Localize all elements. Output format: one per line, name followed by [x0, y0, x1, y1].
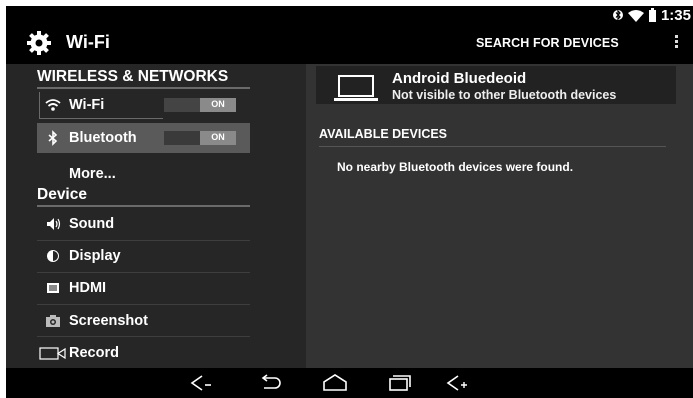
toggle-label: ON: [211, 132, 225, 142]
sidebar-item-screenshot[interactable]: Screenshot: [37, 306, 250, 336]
section-divider: [319, 146, 666, 147]
sidebar-item-hdmi[interactable]: HDMI: [37, 273, 250, 303]
gear-icon[interactable]: [26, 30, 52, 56]
status-time: 1:35: [660, 6, 691, 24]
section-header-wireless: WIRELESS & NETWORKS: [37, 68, 229, 85]
sidebar-item-label: Record: [69, 345, 119, 361]
section-divider: [37, 87, 250, 89]
sidebar-item-label: HDMI: [69, 280, 107, 296]
sidebar-item-sound[interactable]: Sound: [37, 209, 250, 239]
local-device-card[interactable]: Android Bluedeoid Not visible to other B…: [316, 66, 676, 104]
back-icon[interactable]: [256, 371, 284, 395]
hdmi-icon: [47, 283, 59, 293]
page-title: Wi-Fi: [66, 32, 110, 52]
bluetooth-icon: [48, 130, 58, 146]
device-name: Android Bluedeoid: [392, 70, 527, 87]
sidebar-item-record[interactable]: Record: [37, 338, 250, 368]
battery-icon: [648, 8, 656, 22]
camera-icon: [46, 315, 60, 327]
brightness-icon: [47, 250, 59, 262]
home-icon[interactable]: [321, 371, 349, 395]
sidebar-item-label: Display: [69, 248, 121, 264]
navigation-bar: [6, 368, 693, 398]
empty-devices-message: No nearby Bluetooth devices were found.: [337, 160, 574, 174]
toggle-label: ON: [211, 99, 225, 109]
overflow-menu-icon[interactable]: [675, 35, 679, 51]
settings-sidebar: WIRELESS & NETWORKS Wi-Fi ON Bluetooth O…: [6, 64, 306, 369]
bluetooth-toggle[interactable]: ON: [164, 131, 236, 145]
sidebar-item-label: Sound: [69, 216, 115, 232]
status-icons: 1:35: [612, 6, 691, 24]
wifi-icon: [45, 99, 61, 111]
sidebar-item-label: Bluetooth: [69, 130, 137, 146]
volume-down-icon[interactable]: [188, 371, 216, 395]
laptop-icon: [334, 75, 378, 101]
list-divider: [37, 336, 250, 337]
sidebar-item-label: Wi-Fi: [69, 97, 105, 113]
speaker-icon: [47, 218, 61, 230]
android-screen: 1:35 Wi-Fi SEARCH FOR DEVICES WIRELESS &…: [6, 6, 693, 398]
section-header-device: Device: [37, 186, 87, 203]
volume-up-icon[interactable]: [444, 371, 472, 395]
available-devices-header: AVAILABLE DEVICES: [319, 127, 448, 141]
sidebar-item-label: More...: [69, 166, 116, 182]
recent-apps-icon[interactable]: [386, 371, 414, 395]
action-bar: Wi-Fi SEARCH FOR DEVICES: [6, 24, 693, 64]
search-for-devices-button[interactable]: SEARCH FOR DEVICES: [476, 36, 619, 50]
sidebar-item-bluetooth[interactable]: Bluetooth ON: [37, 123, 250, 153]
sidebar-item-label: Screenshot: [69, 313, 148, 329]
sidebar-item-display[interactable]: Display: [37, 241, 250, 271]
section-divider: [37, 205, 250, 207]
sidebar-item-wifi[interactable]: Wi-Fi ON: [37, 90, 250, 120]
device-visibility-status: Not visible to other Bluetooth devices: [392, 88, 617, 102]
list-divider: [37, 304, 250, 305]
bluetooth-panel: Android Bluedeoid Not visible to other B…: [306, 64, 693, 368]
status-bar: 1:35: [6, 6, 693, 24]
wifi-signal-icon: [627, 9, 644, 22]
video-camera-icon: [39, 347, 66, 360]
bluetooth-icon: [612, 9, 623, 21]
wifi-toggle[interactable]: ON: [164, 98, 236, 112]
